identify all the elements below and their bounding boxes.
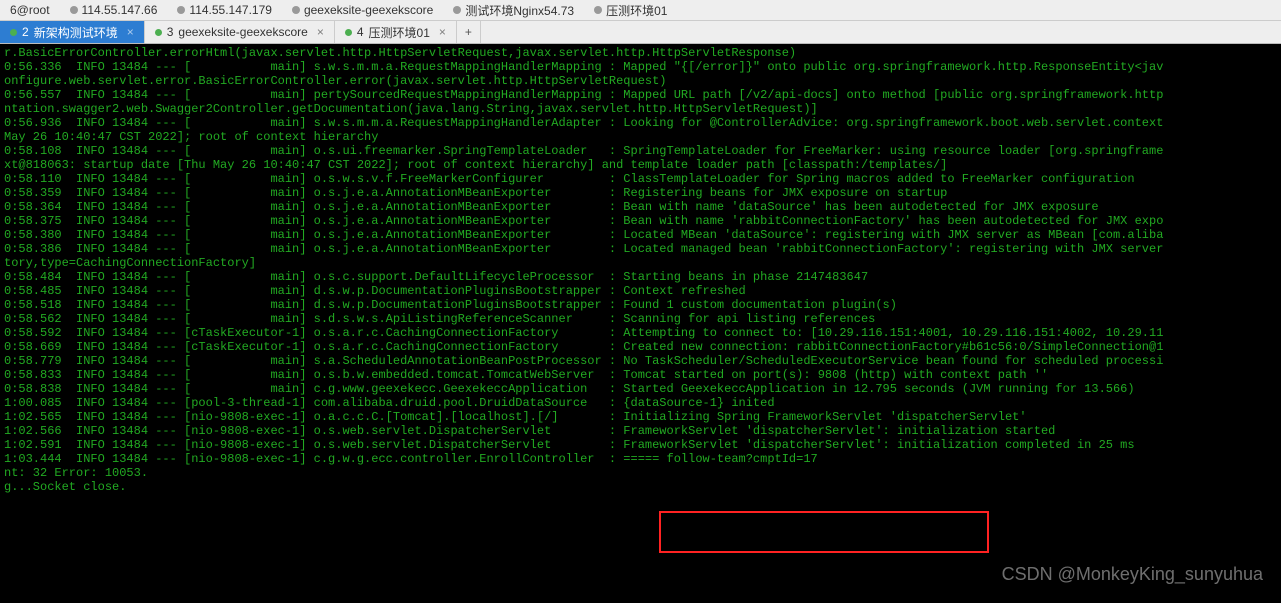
log-line: 0:58.359 INFO 13484 --- [ main] o.s.j.e.… — [4, 186, 1277, 200]
connection-tab[interactable]: 114.55.147.66 — [60, 1, 168, 19]
log-line: tory,type=CachingConnectionFactory] — [4, 256, 1277, 270]
log-line: 1:02.566 INFO 13484 --- [nio-9808-exec-1… — [4, 424, 1277, 438]
log-line: 0:58.484 INFO 13484 --- [ main] o.s.c.su… — [4, 270, 1277, 284]
add-tab-button[interactable]: + — [457, 21, 481, 43]
log-line: 0:58.375 INFO 13484 --- [ main] o.s.j.e.… — [4, 214, 1277, 228]
connection-tab[interactable]: 6@root — [0, 1, 60, 19]
log-line: 0:58.833 INFO 13484 --- [ main] o.s.b.w.… — [4, 368, 1277, 382]
connection-tab[interactable]: 测试环境Nginx54.73 — [443, 0, 584, 21]
log-line: 0:58.108 INFO 13484 --- [ main] o.s.ui.f… — [4, 144, 1277, 158]
log-line: 1:02.565 INFO 13484 --- [nio-9808-exec-1… — [4, 410, 1277, 424]
close-icon[interactable]: × — [127, 25, 134, 39]
status-dot-icon — [177, 6, 185, 14]
close-icon[interactable]: × — [317, 25, 324, 39]
terminal-output[interactable]: r.BasicErrorController.errorHtml(javax.s… — [0, 44, 1281, 603]
tab-label: 新架构测试环境 — [34, 24, 118, 41]
log-line: 0:58.518 INFO 13484 --- [ main] d.s.w.p.… — [4, 298, 1277, 312]
tab-label: geexeksite-geexekscore — [178, 25, 307, 39]
log-line: 0:58.380 INFO 13484 --- [ main] o.s.j.e.… — [4, 228, 1277, 242]
status-dot-icon — [70, 6, 78, 14]
status-dot-icon — [345, 29, 352, 36]
log-line: May 26 10:40:47 CST 2022]; root of conte… — [4, 130, 1277, 144]
log-line: 0:56.336 INFO 13484 --- [ main] s.w.s.m.… — [4, 60, 1277, 74]
connection-tab[interactable]: geexeksite-geexekscore — [282, 1, 443, 19]
connection-tabs: 6@root 114.55.147.66 114.55.147.179 geex… — [0, 0, 1281, 21]
log-line: 0:58.838 INFO 13484 --- [ main] c.g.www.… — [4, 382, 1277, 396]
log-line: 0:58.110 INFO 13484 --- [ main] o.s.w.s.… — [4, 172, 1277, 186]
status-dot-icon — [292, 6, 300, 14]
log-line: 1:03.444 INFO 13484 --- [nio-9808-exec-1… — [4, 452, 1277, 466]
log-line: 0:58.364 INFO 13484 --- [ main] o.s.j.e.… — [4, 200, 1277, 214]
session-tabs: 2 新架构测试环境 × 3 geexeksite-geexekscore × 4… — [0, 21, 1281, 44]
tab-label: 压测环境01 — [369, 24, 430, 41]
log-line: 0:56.557 INFO 13484 --- [ main] pertySou… — [4, 88, 1277, 102]
session-tab[interactable]: 4 压测环境01 × — [335, 21, 457, 43]
log-line: 0:58.386 INFO 13484 --- [ main] o.s.j.e.… — [4, 242, 1277, 256]
session-tab-active[interactable]: 2 新架构测试环境 × — [0, 21, 145, 43]
tab-index: 4 — [357, 25, 364, 39]
status-dot-icon — [594, 6, 602, 14]
log-line: 0:58.592 INFO 13484 --- [cTaskExecutor-1… — [4, 326, 1277, 340]
log-line: 0:58.779 INFO 13484 --- [ main] s.a.Sche… — [4, 354, 1277, 368]
log-line: xt@818063: startup date [Thu May 26 10:4… — [4, 158, 1277, 172]
log-line: 0:56.936 INFO 13484 --- [ main] s.w.s.m.… — [4, 116, 1277, 130]
log-line: ntation.swagger2.web.Swagger2Controller.… — [4, 102, 1277, 116]
status-dot-icon — [10, 29, 17, 36]
log-line: r.BasicErrorController.errorHtml(javax.s… — [4, 46, 1277, 60]
log-line: 0:58.562 INFO 13484 --- [ main] s.d.s.w.… — [4, 312, 1277, 326]
connection-tab[interactable]: 114.55.147.179 — [167, 1, 282, 19]
log-line: nt: 32 Error: 10053. — [4, 466, 1277, 480]
tab-index: 2 — [22, 25, 29, 39]
log-line: 0:58.669 INFO 13484 --- [cTaskExecutor-1… — [4, 340, 1277, 354]
log-line: 1:02.591 INFO 13484 --- [nio-9808-exec-1… — [4, 438, 1277, 452]
log-line: 1:00.085 INFO 13484 --- [pool-3-thread-1… — [4, 396, 1277, 410]
status-dot-icon — [155, 29, 162, 36]
session-tab[interactable]: 3 geexeksite-geexekscore × — [145, 21, 335, 43]
connection-tab[interactable]: 压测环境01 — [584, 0, 677, 21]
status-dot-icon — [453, 6, 461, 14]
close-icon[interactable]: × — [439, 25, 446, 39]
log-line: 0:58.485 INFO 13484 --- [ main] d.s.w.p.… — [4, 284, 1277, 298]
log-line: g...Socket close. — [4, 480, 1277, 494]
tab-index: 3 — [167, 25, 174, 39]
log-line: onfigure.web.servlet.error.BasicErrorCon… — [4, 74, 1277, 88]
